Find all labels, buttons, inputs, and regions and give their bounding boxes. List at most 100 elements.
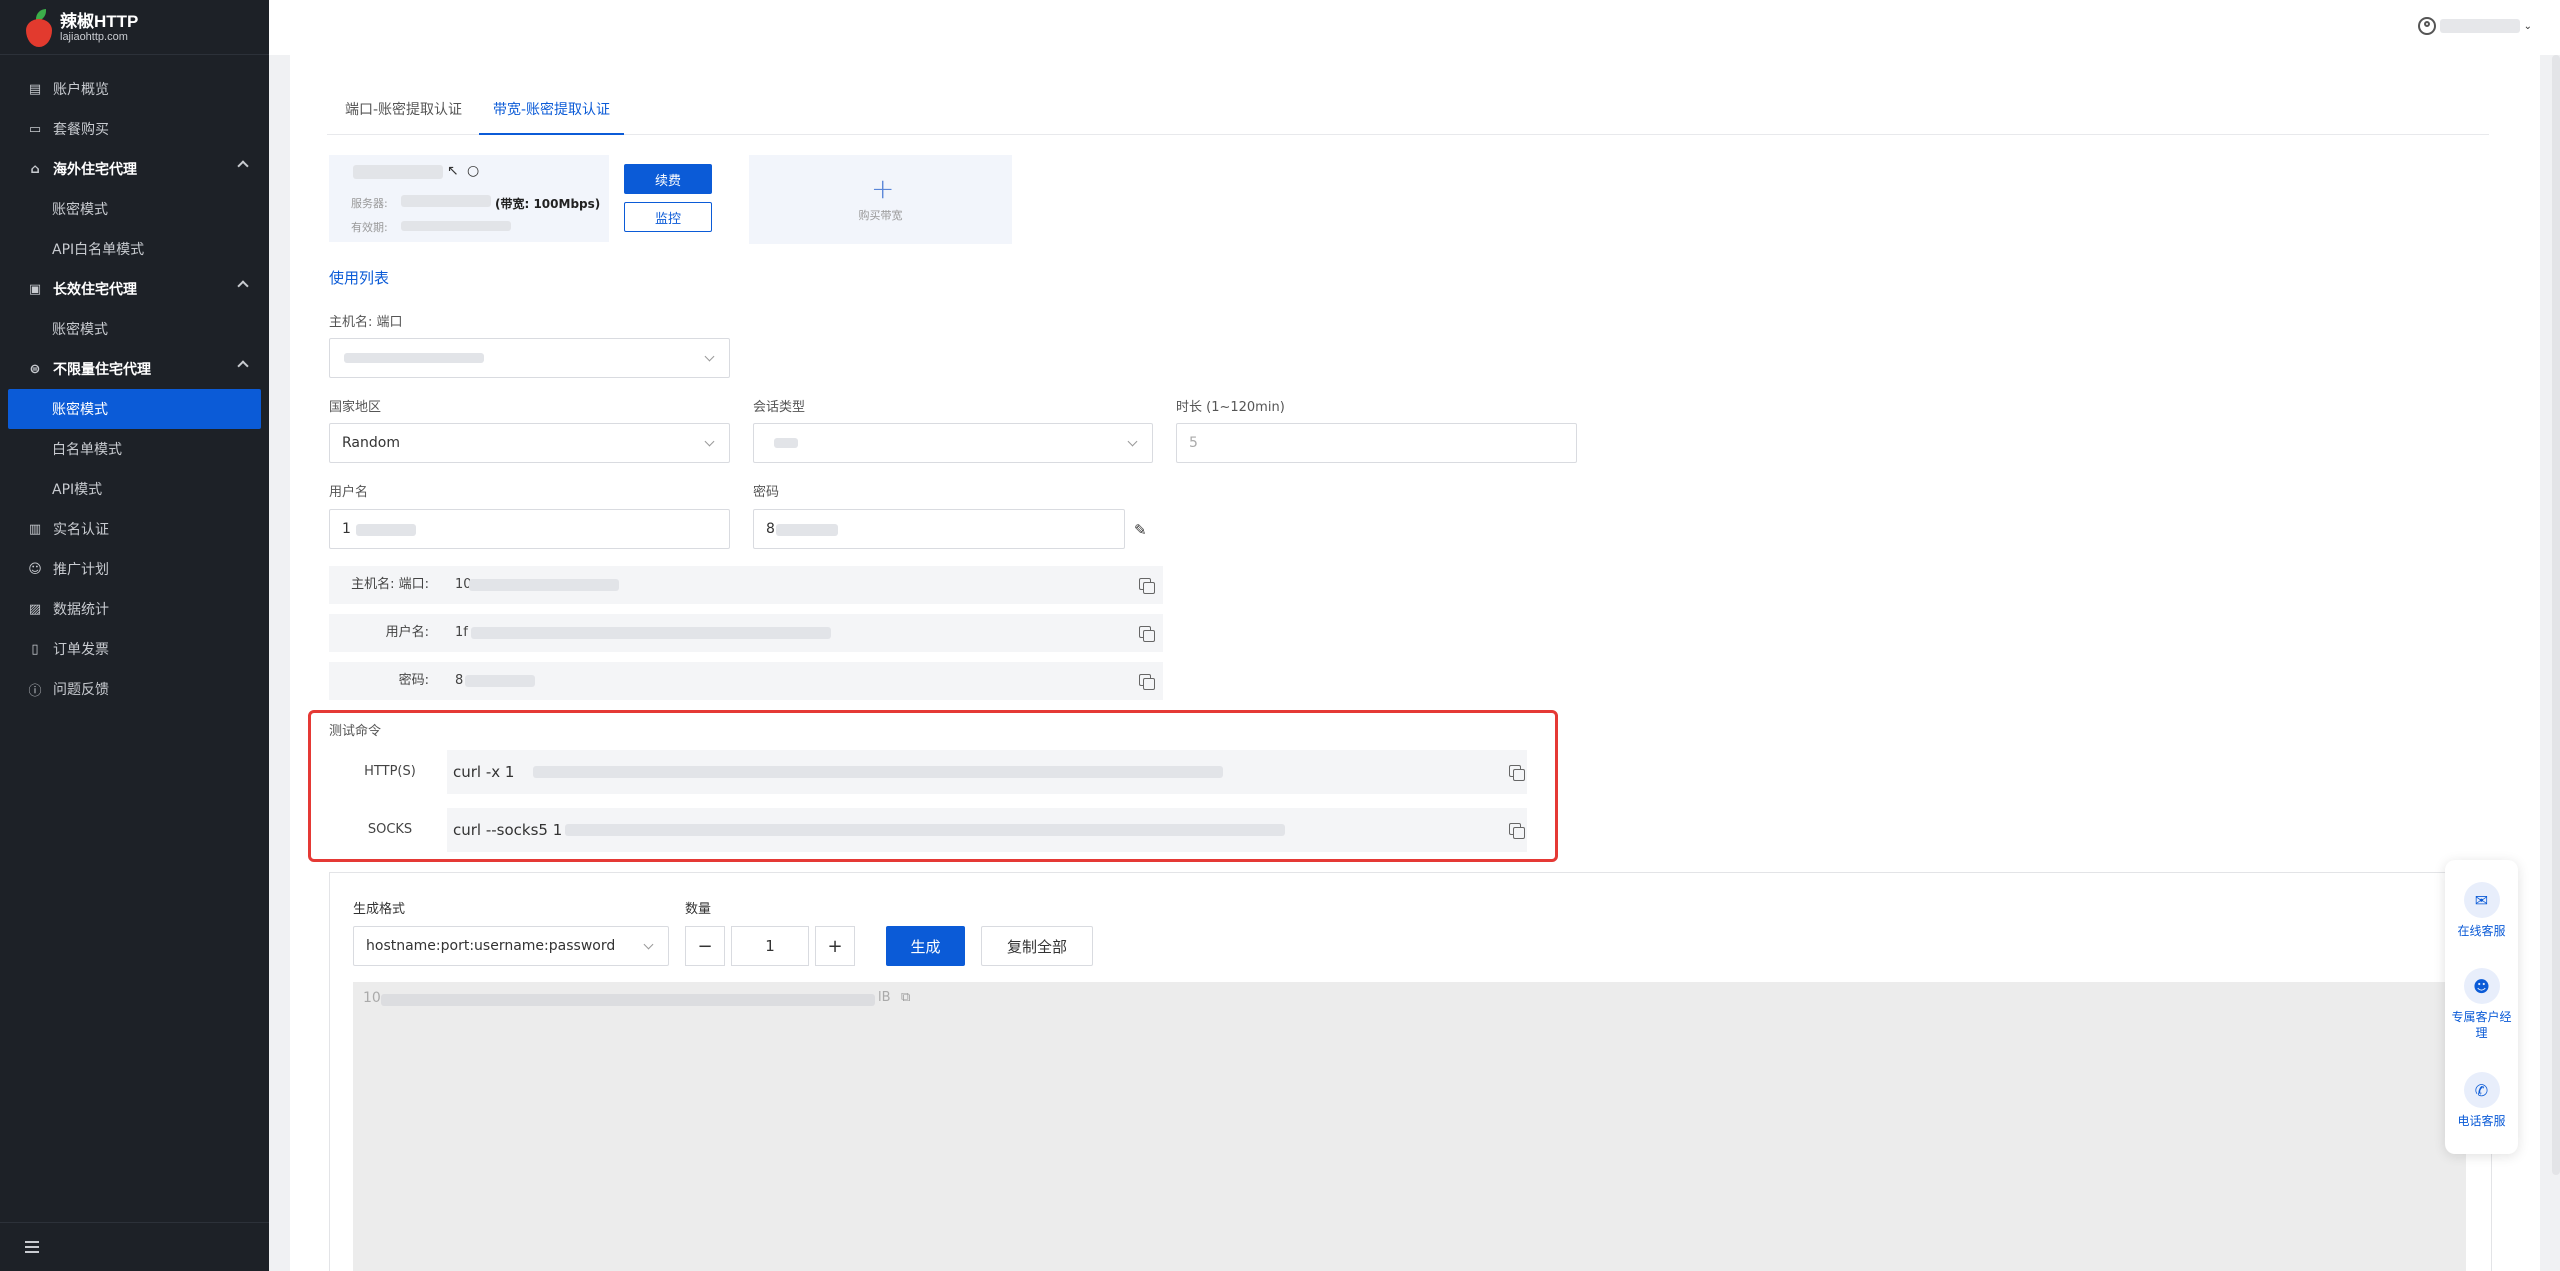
output-prefix: 10 xyxy=(363,990,381,1006)
username-redacted xyxy=(2439,19,2520,33)
buy-bandwidth-card[interactable]: + 购买带宽 xyxy=(749,155,1012,244)
users-icon: ☺ xyxy=(28,561,42,577)
tab-bar: 端口-账密提取认证 带宽-账密提取认证 xyxy=(327,95,2489,135)
expiry-label: 有效期: xyxy=(351,221,388,234)
password-info-value: 8 xyxy=(455,673,464,688)
host-redacted xyxy=(344,353,484,363)
copy-icon[interactable] xyxy=(1139,674,1155,690)
sidebar: 辣椒HTTP lajiaohttp.com ▤ 账户概览 ▭ 套餐购买 ⌂ 海外住宅代… xyxy=(0,0,269,1271)
sidebar-item-feedback[interactable]: ⓘ 问题反馈 xyxy=(0,669,269,709)
password-value: 8 xyxy=(766,521,775,537)
plus-icon: + xyxy=(871,172,895,205)
socks-command-row: SOCKS curl --socks5 1 xyxy=(333,808,1527,852)
password-info-row: 密码: 8 xyxy=(329,662,1163,700)
tab-bandwidth-account[interactable]: 带宽-账密提取认证 xyxy=(479,95,625,135)
pencil-icon[interactable]: ✎ xyxy=(1134,521,1147,539)
server-label: 服务器: xyxy=(351,197,388,210)
user-icon xyxy=(2417,17,2436,35)
password-label: 密码 xyxy=(753,485,780,500)
session-type-select[interactable] xyxy=(753,423,1153,463)
house-icon: ⌂ xyxy=(30,161,40,177)
copy-icon[interactable] xyxy=(1139,578,1155,594)
host-port-select[interactable] xyxy=(329,338,730,378)
chevron-down-icon xyxy=(1127,436,1138,447)
generate-button[interactable]: 生成 xyxy=(886,926,965,966)
copy-icon[interactable] xyxy=(1139,626,1155,642)
duration-input[interactable]: 5 xyxy=(1176,423,1577,463)
account-manager-button[interactable]: ☻ 专属客户经理 xyxy=(2445,968,2518,1041)
id-card-icon: ▥ xyxy=(28,521,42,537)
copy-all-button[interactable]: 复制全部 xyxy=(981,926,1093,966)
format-select[interactable]: hostname:port:username:password xyxy=(353,926,669,966)
http-command-value: curl -x 1 xyxy=(453,763,515,781)
username-info-label: 用户名: xyxy=(385,625,429,640)
sidebar-item-overseas-api[interactable]: API白名单模式 xyxy=(0,229,269,269)
sidebar-item-longterm-account[interactable]: 账密模式 xyxy=(0,309,269,349)
username-input[interactable]: 1 xyxy=(329,509,730,549)
sidebar-item-overseas-account[interactable]: 账密模式 xyxy=(0,189,269,229)
sidebar-item-unlimited-account[interactable]: 账密模式 xyxy=(8,389,261,429)
host-port-label: 主机名: 端口 xyxy=(329,315,403,330)
copy-icon[interactable] xyxy=(1509,765,1525,781)
chat-icon: ✉ xyxy=(2463,882,2500,918)
sidebar-menu: ▤ 账户概览 ▭ 套餐购买 ⌂ 海外住宅代理 账密模式 API白名单模式 ▣ 长效住宅代… xyxy=(0,69,269,709)
username-redacted xyxy=(356,524,416,536)
country-select[interactable]: Random xyxy=(329,423,730,463)
receipt-icon: ▯ xyxy=(31,641,39,657)
http-command-redacted xyxy=(533,766,1223,778)
format-value: hostname:port:username:password xyxy=(366,938,616,954)
sidebar-item-statistics[interactable]: ▨ 数据统计 xyxy=(0,589,269,629)
chart-icon: ▨ xyxy=(28,601,42,617)
username-info-redacted xyxy=(471,627,831,639)
output-suffix: lB xyxy=(878,990,891,1005)
sidebar-item-purchase[interactable]: ▭ 套餐购买 xyxy=(0,109,269,149)
country-label: 国家地区 xyxy=(329,400,382,415)
socks-command-value: curl --socks5 1 xyxy=(453,821,563,839)
http-command-label: HTTP(S) xyxy=(333,750,448,794)
online-support-button[interactable]: ✉ 在线客服 xyxy=(2445,882,2518,940)
test-command-title: 测试命令 xyxy=(329,724,382,739)
monitor-icon: ▣ xyxy=(28,281,42,297)
hamburger-menu-icon[interactable] xyxy=(25,1241,39,1253)
sidebar-group-longterm[interactable]: ▣ 长效住宅代理 xyxy=(0,269,269,309)
password-input[interactable]: 8 xyxy=(753,509,1125,549)
chevron-up-icon xyxy=(237,280,249,292)
password-info-label: 密码: xyxy=(398,673,429,688)
username-label: 用户名 xyxy=(329,485,369,500)
wallet-icon: ▭ xyxy=(28,121,42,137)
logo[interactable]: 辣椒HTTP lajiaohttp.com xyxy=(24,6,138,50)
copy-icon[interactable]: ⧉ xyxy=(901,990,910,1005)
brand-name: 辣椒HTTP xyxy=(60,11,139,31)
renew-button[interactable]: 续费 xyxy=(624,164,712,194)
sidebar-item-invoices[interactable]: ▯ 订单发票 xyxy=(0,629,269,669)
sidebar-group-overseas[interactable]: ⌂ 海外住宅代理 xyxy=(0,149,269,189)
sidebar-group-unlimited[interactable]: ⊜ 不限量住宅代理 xyxy=(0,349,269,389)
alert-icon: ⓘ xyxy=(28,683,42,699)
tab-port-account[interactable]: 端口-账密提取认证 xyxy=(345,95,462,135)
support-panel: ✉ 在线客服 ☻ 专属客户经理 ✆ 电话客服 xyxy=(2445,860,2518,1154)
generated-output[interactable]: 10 lB ⧉ xyxy=(353,982,2466,1271)
socks-command-label: SOCKS xyxy=(333,808,448,852)
sidebar-item-verification[interactable]: ▥ 实名认证 xyxy=(0,509,269,549)
sidebar-item-unlimited-api[interactable]: API模式 xyxy=(0,469,269,509)
sidebar-item-unlimited-whitelist[interactable]: 白名单模式 xyxy=(0,429,269,469)
sidebar-item-overview[interactable]: ▤ 账户概览 xyxy=(0,69,269,109)
sidebar-item-promotion[interactable]: ☺ 推广计划 xyxy=(0,549,269,589)
quantity-decrement-button[interactable]: − xyxy=(685,926,725,966)
username-value: 1 xyxy=(342,521,351,537)
phone-support-button[interactable]: ✆ 电话客服 xyxy=(2445,1072,2518,1130)
chevron-up-icon xyxy=(237,160,249,172)
bandwidth-value: (带宽: 100Mbps) xyxy=(495,197,601,211)
pepper-logo-icon xyxy=(24,9,54,47)
quantity-label: 数量 xyxy=(685,902,712,917)
page-scrollbar[interactable] xyxy=(2552,55,2560,1175)
monitor-button[interactable]: 监控 xyxy=(624,202,712,232)
duration-label: 时长 (1~120min) xyxy=(1176,400,1285,415)
host-port-redacted xyxy=(469,579,619,591)
quantity-input[interactable]: 1 xyxy=(731,926,809,966)
copy-icon[interactable] xyxy=(1509,823,1525,839)
dashboard-icon: ▤ xyxy=(28,81,42,97)
quantity-increment-button[interactable]: + xyxy=(815,926,855,966)
refresh-icon[interactable]: ○ xyxy=(467,163,479,179)
user-menu[interactable]: ⌄ xyxy=(2417,17,2532,35)
